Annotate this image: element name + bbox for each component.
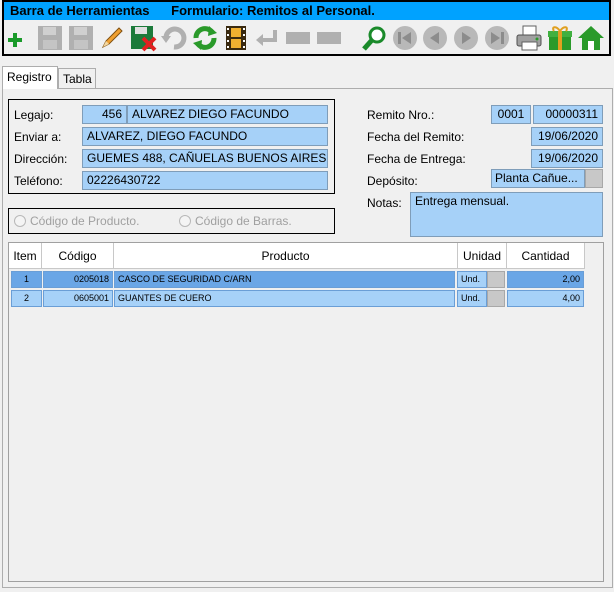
film-button[interactable] <box>221 23 251 53</box>
grid-cell-cantidad[interactable]: 4,00 <box>507 290 584 307</box>
remito-nro-field[interactable]: 00000311 <box>533 105 603 124</box>
edit-icon <box>101 27 123 49</box>
save-as-icon <box>69 26 93 50</box>
telefono-label: Teléfono: <box>14 174 63 188</box>
enviar-label: Enviar a: <box>14 130 62 144</box>
save-as-button[interactable] <box>66 23 96 53</box>
add-icon <box>8 33 22 47</box>
grid-cell-unidad[interactable]: Und. <box>457 290 487 307</box>
toolbar-title: Barra de Herramientas <box>10 3 150 18</box>
radio-codigo-producto-label: Código de Producto. <box>30 214 140 228</box>
undo-button[interactable] <box>159 23 189 53</box>
home-button[interactable] <box>576 23 606 53</box>
grid-cell-producto[interactable]: GUANTES DE CUERO <box>114 290 455 307</box>
direccion-field[interactable]: GUEMES 488, CAÑUELAS BUENOS AIRES <box>82 149 328 168</box>
gift-button[interactable] <box>545 23 575 53</box>
grid-cell-item[interactable]: 1 <box>11 271 42 288</box>
form-title: Formulario: Remitos al Personal. <box>171 3 375 18</box>
grid-cell-producto[interactable]: CASCO DE SEGURIDAD C/ARN <box>114 271 455 288</box>
blank-icon-2 <box>317 32 341 44</box>
print-button[interactable] <box>514 23 544 53</box>
direccion-label: Dirección: <box>14 152 68 166</box>
radio-codigo-barras-label: Código de Barras. <box>195 214 292 228</box>
save-button[interactable] <box>35 23 65 53</box>
grid-header-unidad[interactable]: Unidad <box>458 243 507 269</box>
previous-record-icon <box>423 26 447 50</box>
unidad-dropdown-button[interactable] <box>487 290 505 307</box>
grid-cell-unidad[interactable]: Und. <box>457 271 487 288</box>
grid-cell-item[interactable]: 2 <box>11 290 42 307</box>
tab-registro[interactable]: Registro <box>2 66 58 89</box>
home-icon <box>578 26 604 50</box>
add-button[interactable] <box>4 23 34 53</box>
legajo-name-field[interactable]: ALVAREZ DIEGO FACUNDO <box>127 105 328 124</box>
legajo-label: Legajo: <box>14 108 54 122</box>
return-icon <box>256 30 277 46</box>
grid-header-codigo[interactable]: Código <box>42 243 114 269</box>
film-icon <box>226 26 246 50</box>
search-icon <box>362 26 386 51</box>
return-button[interactable] <box>252 23 282 53</box>
delete-button[interactable] <box>128 23 158 53</box>
delete-icon <box>131 26 157 52</box>
save-icon <box>38 26 62 50</box>
toolbar-title-bar: Barra de Herramientas Formulario: Remito… <box>4 2 609 20</box>
edit-button[interactable] <box>97 23 127 53</box>
search-button[interactable] <box>360 23 390 53</box>
next-record-icon <box>454 26 478 50</box>
remito-pto-field[interactable]: 0001 <box>491 105 531 124</box>
unidad-dropdown-button[interactable] <box>487 271 505 288</box>
radio-circle-icon <box>14 215 26 227</box>
fecha-remito-field[interactable]: 19/06/2020 <box>531 127 603 146</box>
fecha-entrega-label: Fecha de Entrega: <box>367 152 466 166</box>
codigo-mode-box: Código de Producto. Código de Barras. <box>8 208 335 234</box>
items-grid: Item Código Producto Unidad Cantidad 1 0… <box>8 242 604 582</box>
toolbar-window: Barra de Herramientas Formulario: Remito… <box>2 0 611 56</box>
first-record-button[interactable] <box>390 23 420 53</box>
previous-record-button[interactable] <box>420 23 450 53</box>
refresh-icon <box>193 26 217 50</box>
legajo-number-field[interactable]: 456 <box>82 105 127 124</box>
grid-header-cantidad[interactable]: Cantidad <box>507 243 585 269</box>
grid-header-item[interactable]: Item <box>9 243 42 269</box>
remito-label: Remito Nro.: <box>367 108 435 122</box>
deposito-select[interactable]: Planta Cañue... <box>491 169 585 188</box>
grid-cell-codigo[interactable]: 0605001 <box>43 290 113 307</box>
print-icon <box>516 25 542 51</box>
radio-codigo-producto[interactable]: Código de Producto. <box>14 214 139 228</box>
telefono-field[interactable]: 02226430722 <box>82 171 328 190</box>
blank-button-2[interactable] <box>314 23 344 53</box>
grid-cell-codigo[interactable]: 0205018 <box>43 271 113 288</box>
enviar-field[interactable]: ALVAREZ, DIEGO FACUNDO <box>82 127 328 146</box>
refresh-button[interactable] <box>190 23 220 53</box>
deposito-label: Depósito: <box>367 174 418 188</box>
notas-label: Notas: <box>367 196 402 210</box>
first-record-icon <box>393 26 417 50</box>
grid-cell-cantidad[interactable]: 2,00 <box>507 271 584 288</box>
undo-icon <box>161 26 187 50</box>
last-record-icon <box>485 26 509 50</box>
blank-icon-1 <box>286 32 310 44</box>
next-record-button[interactable] <box>451 23 481 53</box>
tab-tabla[interactable]: Tabla <box>58 68 96 89</box>
personal-box: Legajo: 456 ALVAREZ DIEGO FACUNDO Enviar… <box>8 99 335 194</box>
deposito-dropdown-button[interactable] <box>585 169 603 188</box>
toolbar-buttons <box>4 22 609 54</box>
last-record-button[interactable] <box>482 23 512 53</box>
radio-codigo-barras[interactable]: Código de Barras. <box>179 214 292 228</box>
notas-field[interactable]: Entrega mensual. <box>410 192 603 237</box>
radio-circle-icon <box>179 215 191 227</box>
gift-icon <box>548 26 572 50</box>
fecha-entrega-field[interactable]: 19/06/2020 <box>531 149 603 168</box>
grid-header-producto[interactable]: Producto <box>114 243 458 269</box>
fecha-remito-label: Fecha del Remito: <box>367 130 465 144</box>
blank-button-1[interactable] <box>283 23 313 53</box>
